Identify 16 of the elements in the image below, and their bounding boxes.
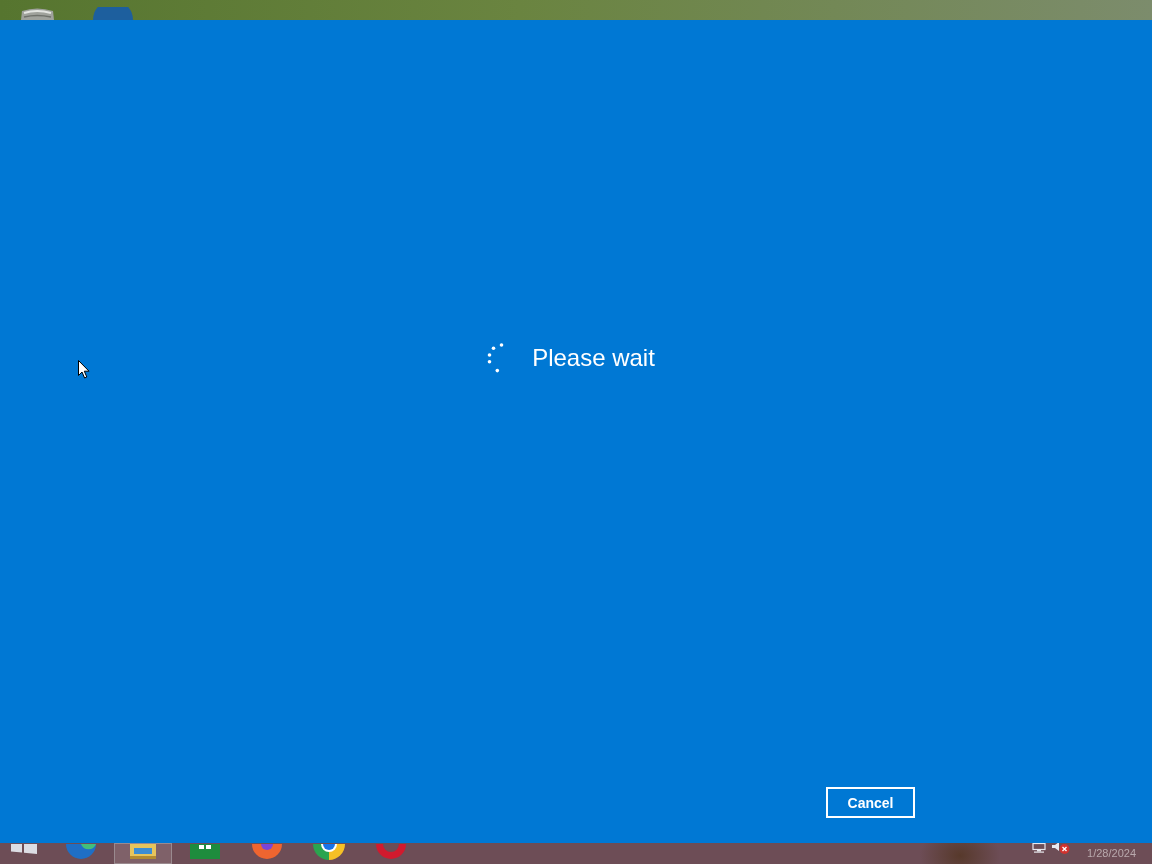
- trash-bin-icon[interactable]: [20, 8, 55, 20]
- status-message: Please wait: [532, 343, 655, 373]
- speaker-icon[interactable]: [1052, 843, 1071, 855]
- taskbar-button[interactable]: [114, 843, 172, 864]
- wheel-icon: [313, 844, 345, 860]
- network-icon[interactable]: [1032, 843, 1047, 853]
- folder-icon: [128, 844, 158, 859]
- spinner-icon: [487, 343, 505, 373]
- date-text[interactable]: 1/28/2024: [1087, 843, 1136, 864]
- start-icon: [11, 844, 37, 854]
- swirl-icon: [66, 844, 96, 859]
- cursor-icon: [78, 360, 90, 379]
- spreadsheet-icon: [190, 844, 220, 859]
- flame-icon: [252, 844, 282, 859]
- cancel-button[interactable]: Cancel: [826, 787, 915, 818]
- ring-icon: [376, 844, 406, 859]
